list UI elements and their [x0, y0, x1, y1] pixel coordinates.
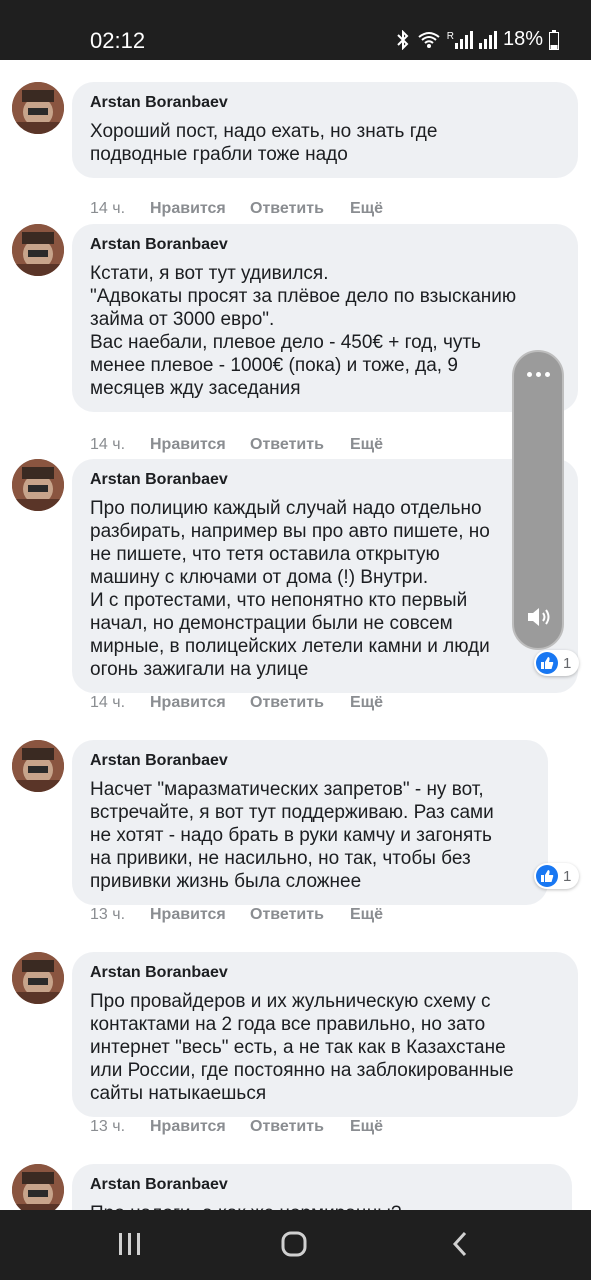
signal-icon: R: [447, 30, 473, 49]
comment-bubble[interactable]: Arstan Boranbaev Насчет "маразматических…: [72, 740, 548, 905]
comment-actions: 14 ч. Нравится Ответить Ещё: [90, 694, 383, 712]
avatar[interactable]: [12, 740, 64, 792]
comment-actions: 13 ч. Нравится Ответить Ещё: [90, 906, 383, 924]
avatar[interactable]: [12, 952, 64, 1004]
like-button[interactable]: Нравится: [150, 694, 250, 712]
comment-time[interactable]: 14 ч.: [90, 436, 150, 454]
comment-text: Про полицию каждый случай надо отдельно …: [90, 498, 490, 680]
author-name[interactable]: Arstan Boranbaev: [90, 1176, 554, 1194]
status-icons: R 18%: [395, 28, 559, 51]
comment-time[interactable]: 13 ч.: [90, 1118, 150, 1136]
comment-actions: 14 ч. Нравится Ответить Ещё: [90, 200, 383, 218]
comment-text: Про налоги- а как же нормирацны?: [90, 1202, 554, 1210]
comment-bubble[interactable]: Arstan Boranbaev Про полицию каждый случ…: [72, 459, 578, 693]
home-icon[interactable]: [280, 1230, 308, 1263]
status-time: 02:12: [90, 28, 146, 53]
more-button[interactable]: Ещё: [350, 436, 383, 454]
volume-panel[interactable]: [512, 350, 564, 650]
reaction-count[interactable]: 1: [534, 650, 580, 676]
bluetooth-icon: [395, 29, 411, 50]
comment-text: Кстати, я вот тут удивился. "Адвокаты пр…: [90, 263, 517, 399]
like-button[interactable]: Нравится: [150, 200, 250, 218]
author-name[interactable]: Arstan Boranbaev: [90, 752, 530, 770]
reaction-number: 1: [563, 867, 572, 885]
avatar[interactable]: [12, 1164, 64, 1210]
thumbs-up-icon: [536, 652, 558, 674]
author-name[interactable]: Arstan Boranbaev: [90, 471, 560, 489]
reaction-number: 1: [563, 654, 572, 672]
reply-button[interactable]: Ответить: [250, 694, 350, 712]
speaker-icon[interactable]: [526, 605, 554, 634]
like-button[interactable]: Нравится: [150, 1118, 250, 1136]
reply-button[interactable]: Ответить: [250, 200, 350, 218]
comment-bubble[interactable]: Arstan Boranbaev Хороший пост, надо ехат…: [72, 82, 578, 178]
comment-bubble[interactable]: Arstan Boranbaev Кстати, я вот тут удиви…: [72, 224, 578, 412]
status-bar: 02:12 R 18%: [0, 0, 591, 60]
comments-feed[interactable]: Arstan Boranbaev Хороший пост, надо ехат…: [0, 60, 591, 1210]
comment-text: Насчет "маразматических запретов" - ну в…: [90, 779, 494, 892]
author-name[interactable]: Arstan Boranbaev: [90, 964, 560, 982]
avatar[interactable]: [12, 459, 64, 511]
comment-text: Хороший пост, надо ехать, но знать где п…: [90, 121, 438, 165]
reply-button[interactable]: Ответить: [250, 906, 350, 924]
thumbs-up-icon: [536, 865, 558, 887]
comment-time[interactable]: 14 ч.: [90, 694, 150, 712]
author-name[interactable]: Arstan Boranbaev: [90, 236, 560, 254]
like-button[interactable]: Нравится: [150, 906, 250, 924]
avatar[interactable]: [12, 82, 64, 134]
more-button[interactable]: Ещё: [350, 1118, 383, 1136]
reply-button[interactable]: Ответить: [250, 1118, 350, 1136]
reply-button[interactable]: Ответить: [250, 436, 350, 454]
back-icon[interactable]: [450, 1230, 470, 1263]
more-button[interactable]: Ещё: [350, 906, 383, 924]
reaction-count[interactable]: 1: [534, 863, 580, 889]
recent-apps-icon[interactable]: [117, 1230, 143, 1263]
battery-percent: 18%: [502, 28, 543, 50]
signal-icon-2: [478, 30, 497, 49]
author-name[interactable]: Arstan Boranbaev: [90, 94, 560, 112]
more-dots-icon[interactable]: [527, 372, 550, 377]
comment-time[interactable]: 14 ч.: [90, 200, 150, 218]
more-button[interactable]: Ещё: [350, 694, 383, 712]
comment-text: Про провайдеров и их жульническую схему …: [90, 991, 514, 1104]
more-button[interactable]: Ещё: [350, 200, 383, 218]
navigation-bar: [0, 1210, 591, 1280]
comment-actions: 13 ч. Нравится Ответить Ещё: [90, 1118, 383, 1136]
comment-bubble[interactable]: Arstan Boranbaev Про провайдеров и их жу…: [72, 952, 578, 1117]
avatar[interactable]: [12, 224, 64, 276]
like-button[interactable]: Нравится: [150, 436, 250, 454]
comment-actions: 14 ч. Нравится Ответить Ещё: [90, 436, 383, 454]
comment-time[interactable]: 13 ч.: [90, 906, 150, 924]
battery-icon: [549, 29, 559, 50]
wifi-icon: [417, 30, 441, 50]
comment-bubble[interactable]: Arstan Boranbaev Про налоги- а как же но…: [72, 1164, 572, 1210]
